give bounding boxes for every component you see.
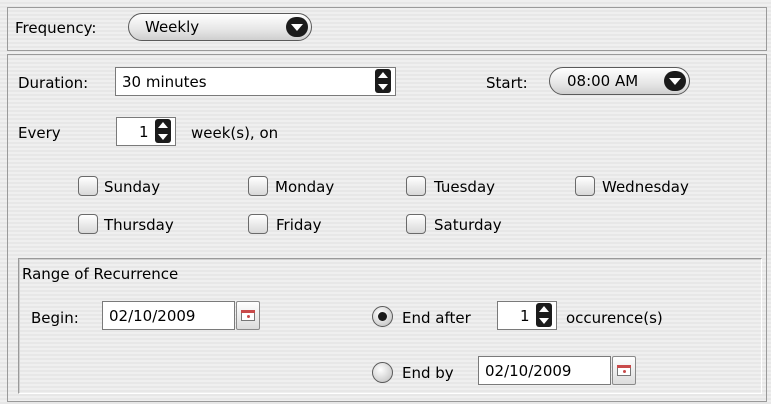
every-spinner[interactable] — [155, 119, 171, 143]
checkbox-wednesday[interactable] — [575, 176, 595, 196]
duration-label: Duration: — [18, 74, 89, 92]
frequency-label: Frequency: — [15, 19, 97, 37]
checkbox-thursday[interactable] — [78, 214, 98, 234]
start-time-value: 08:00 AM — [567, 72, 639, 90]
label-monday: Monday — [275, 178, 335, 196]
end-by-radio[interactable] — [372, 362, 393, 383]
begin-date-value: 02/10/2009 — [109, 307, 196, 325]
calendar-icon — [241, 310, 255, 321]
label-friday: Friday — [276, 216, 322, 234]
end-after-value: 1 — [520, 307, 530, 325]
begin-date-field[interactable]: 02/10/2009 — [102, 301, 235, 330]
checkbox-sunday[interactable] — [78, 176, 98, 196]
checkbox-tuesday[interactable] — [406, 176, 426, 196]
calendar-icon — [617, 365, 631, 376]
end-after-radio[interactable] — [372, 306, 393, 327]
end-by-date-value: 02/10/2009 — [485, 362, 572, 380]
checkbox-saturday[interactable] — [406, 214, 426, 234]
every-suffix: week(s), on — [191, 124, 279, 142]
end-after-field[interactable]: 1 — [497, 301, 557, 330]
frequency-value: Weekly — [145, 18, 200, 36]
checkbox-monday[interactable] — [248, 176, 268, 196]
label-saturday: Saturday — [434, 216, 502, 234]
end-after-label: End after — [402, 309, 471, 327]
end-by-label: End by — [402, 364, 454, 382]
duration-field[interactable]: 30 minutes — [115, 67, 396, 96]
end-by-date-field[interactable]: 02/10/2009 — [478, 356, 611, 385]
end-after-spinner[interactable] — [536, 303, 552, 327]
label-sunday: Sunday — [104, 178, 161, 196]
every-field[interactable]: 1 — [116, 117, 176, 146]
begin-label: Begin: — [31, 309, 79, 327]
end-by-calendar-button[interactable] — [612, 356, 636, 385]
label-wednesday: Wednesday — [602, 178, 689, 196]
label-tuesday: Tuesday — [434, 178, 496, 196]
frequency-combo[interactable]: Weekly — [128, 13, 312, 41]
duration-spinner[interactable] — [375, 69, 391, 93]
chevron-down-icon — [286, 17, 308, 37]
checkbox-friday[interactable] — [248, 214, 268, 234]
frequency-row — [7, 7, 767, 51]
every-label: Every — [18, 124, 61, 142]
chevron-down-icon — [664, 71, 686, 91]
range-title: Range of Recurrence — [22, 265, 179, 283]
occurrences-label: occurence(s) — [566, 309, 663, 327]
duration-value: 30 minutes — [122, 73, 207, 91]
begin-calendar-button[interactable] — [236, 301, 260, 330]
start-time-combo[interactable]: 08:00 AM — [549, 67, 690, 95]
start-label: Start: — [486, 74, 528, 92]
label-thursday: Thursday — [104, 216, 174, 234]
every-value: 1 — [139, 123, 149, 141]
